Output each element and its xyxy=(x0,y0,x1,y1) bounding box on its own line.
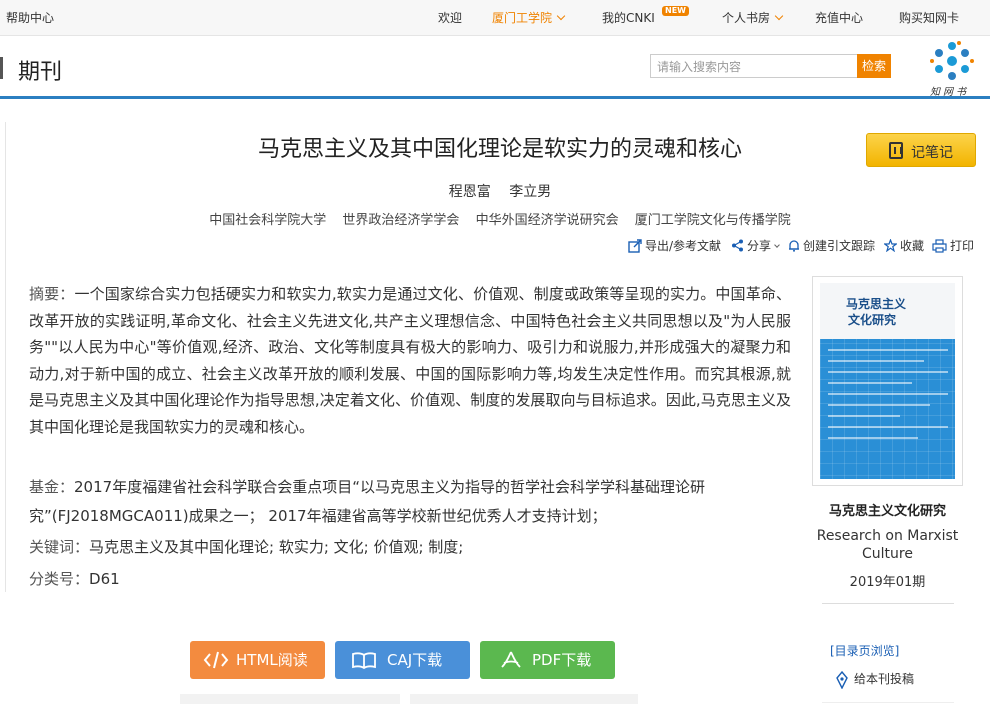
cover-contents-lines xyxy=(828,349,948,448)
author-link[interactable]: 李立男 xyxy=(509,184,551,200)
classification: 分类号：D61 xyxy=(29,568,120,589)
panel-edge xyxy=(410,694,638,704)
panel-edge xyxy=(180,694,400,704)
html-read-button[interactable]: HTML阅读 xyxy=(190,641,325,679)
organization-link[interactable]: 中国社会科学院大学 xyxy=(209,213,326,228)
journal-issue[interactable]: 2019年01期 xyxy=(812,571,963,590)
chevron-down-icon xyxy=(774,11,784,21)
html-read-label: HTML阅读 xyxy=(236,651,308,669)
nav-my-cnki[interactable]: 我的CNKI xyxy=(602,9,655,26)
cover-title-line2: 文化研究 xyxy=(848,313,897,327)
journal-cover[interactable]: 马克思主义 文化研究 xyxy=(812,276,963,486)
organization-link[interactable]: 厦门工学院文化与传播学院 xyxy=(635,213,791,228)
print-label: 打印 xyxy=(950,239,975,253)
caj-download-label: CAJ下载 xyxy=(387,651,443,669)
toc-browse-link[interactable]: [目录页浏览] xyxy=(830,642,899,659)
pen-icon xyxy=(836,670,848,690)
top-bar: 帮助中心 欢迎 厦门工学院 我的CNKI 个人书房 充值中心 购买知网卡 NEW xyxy=(0,0,990,36)
nav-institution-label: 厦门工学院 xyxy=(492,11,553,25)
nav-buy-card[interactable]: 购买知网卡 xyxy=(899,9,959,26)
organization-list: 中国社会科学院大学 世界政治经济学学会 中华外国经济学说研究会 厦门工学院文化与… xyxy=(150,209,850,228)
search-input[interactable]: 请输入搜索内容 xyxy=(650,54,858,78)
share-button[interactable]: 分享 xyxy=(731,237,780,254)
search-button[interactable]: 检索 xyxy=(857,54,891,78)
author-list: 程恩富 李立男 xyxy=(150,181,850,201)
page-header: 期刊 请输入搜索内容 检索 知网书 xyxy=(0,37,990,99)
book-icon xyxy=(352,652,376,670)
fund-label: 基金： xyxy=(29,478,75,496)
chevron-down-icon xyxy=(556,11,566,21)
section-marker xyxy=(0,57,3,79)
nav-welcome[interactable]: 欢迎 xyxy=(438,9,462,26)
keywords: 关键词：马克思主义及其中国化理论; 软实力; 文化; 价值观; 制度; xyxy=(29,536,463,557)
favorite-label: 收藏 xyxy=(900,239,925,253)
pdf-download-label: PDF下载 xyxy=(532,651,592,669)
fund-text[interactable]: 2017年度福建省社会科学联合会重点项目“以马克思主义为指导的哲学社会科学学科基… xyxy=(29,478,705,525)
organization-link[interactable]: 中华外国经济学说研究会 xyxy=(476,213,619,228)
nav-personal-library[interactable]: 个人书房 xyxy=(722,9,784,26)
cover-title-line1: 马克思主义 xyxy=(846,297,907,311)
abstract: 摘要：一个国家综合实力包括硬实力和软实力,软实力是通过文化、价值观、制度或政策等… xyxy=(29,281,791,440)
printer-icon xyxy=(932,238,947,253)
abstract-text: 一个国家综合实力包括硬实力和软实力,软实力是通过文化、价值观、制度或政策等呈现的… xyxy=(29,285,791,436)
cover-header: 马克思主义 文化研究 xyxy=(820,283,955,339)
logo-text: 知网书 xyxy=(930,87,969,98)
left-divider xyxy=(5,122,6,592)
keywords-text[interactable]: 马克思主义及其中国化理论; 软实力; 文化; 价值观; 制度; xyxy=(89,538,463,556)
classification-label: 分类号： xyxy=(29,570,90,588)
citation-tracking-button[interactable]: 创建引文跟踪 xyxy=(788,237,875,254)
notebook-icon xyxy=(889,142,903,159)
star-icon xyxy=(884,239,897,252)
submit-manuscript-label: 给本刊投稿 xyxy=(854,672,915,686)
chevron-down-icon xyxy=(774,242,780,248)
logo-icon xyxy=(930,41,974,80)
cnki-logo[interactable]: 知网书 xyxy=(924,39,980,98)
nav-institution[interactable]: 厦门工学院 xyxy=(492,9,566,26)
export-reference-label: 导出/参考文献 xyxy=(645,239,722,253)
take-note-button[interactable]: 记笔记 xyxy=(866,133,976,167)
sidebar-divider xyxy=(822,702,954,703)
cover-image: 马克思主义 文化研究 xyxy=(820,283,955,479)
pdf-icon xyxy=(501,651,521,668)
keywords-label: 关键词： xyxy=(29,538,90,556)
organization-link[interactable]: 世界政治经济学学会 xyxy=(342,213,459,228)
citation-tracking-label: 创建引文跟踪 xyxy=(803,239,876,253)
caj-download-button[interactable]: CAJ下载 xyxy=(335,641,470,679)
help-center-link[interactable]: 帮助中心 xyxy=(6,9,54,26)
fund: 基金：2017年度福建省社会科学联合会重点项目“以马克思主义为指导的哲学社会科学… xyxy=(29,473,791,531)
share-label: 分享 xyxy=(747,239,772,253)
export-icon xyxy=(628,238,642,253)
journal-name[interactable]: 马克思主义文化研究 xyxy=(812,500,963,519)
abstract-label: 摘要： xyxy=(29,285,75,303)
nav-recharge[interactable]: 充值中心 xyxy=(815,9,863,26)
submit-manuscript-link[interactable]: 给本刊投稿 xyxy=(834,670,915,690)
section-title: 期刊 xyxy=(18,60,63,85)
favorite-button[interactable]: 收藏 xyxy=(884,237,924,254)
nav-personal-library-label: 个人书房 xyxy=(722,11,771,25)
print-button[interactable]: 打印 xyxy=(932,237,974,254)
new-badge: NEW xyxy=(662,6,689,16)
classification-code: D61 xyxy=(89,570,120,588)
share-icon xyxy=(732,239,743,252)
export-reference-button[interactable]: 导出/参考文献 xyxy=(628,237,721,254)
bell-icon xyxy=(789,240,799,252)
author-link[interactable]: 程恩富 xyxy=(449,184,491,200)
pdf-download-button[interactable]: PDF下载 xyxy=(480,641,615,679)
code-icon xyxy=(203,651,229,669)
sidebar-divider xyxy=(822,603,954,604)
take-note-label: 记笔记 xyxy=(911,145,953,161)
journal-name-en[interactable]: Research on Marxist Culture xyxy=(812,527,963,563)
article-title: 马克思主义及其中国化理论是软实力的灵魂和核心 xyxy=(257,137,742,162)
